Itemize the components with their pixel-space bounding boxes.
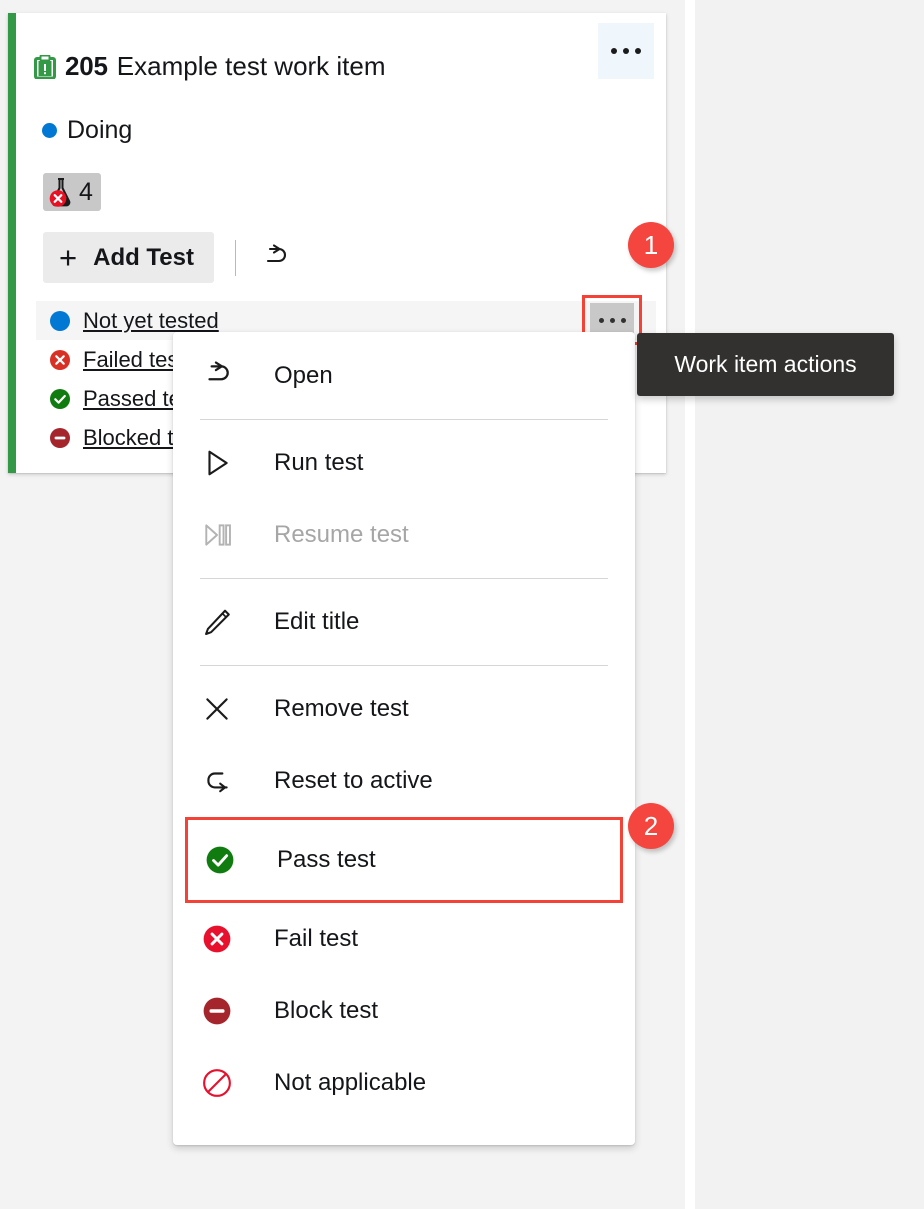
context-menu-item-resume-test: Resume test	[173, 499, 635, 571]
ellipsis-icon	[611, 48, 641, 54]
work-item-state-label: Doing	[67, 116, 133, 144]
context-menu-item-reset-to-active[interactable]: Reset to active	[173, 745, 635, 817]
open-test-plan-button[interactable]	[257, 240, 293, 276]
ellipsis-icon	[598, 318, 626, 323]
context-menu-item-open[interactable]: Open	[173, 340, 635, 412]
context-menu-label: Edit title	[274, 608, 360, 635]
plus-icon: +	[59, 240, 78, 275]
work-item-id: 205	[65, 51, 108, 81]
test-title[interactable]: Failed tes	[83, 347, 178, 373]
work-item-title: Example test work item	[116, 51, 386, 81]
context-menu-item-fail-test[interactable]: Fail test	[173, 903, 635, 975]
passed-check-circle-icon	[205, 845, 245, 875]
task-clipboard-icon	[34, 54, 56, 79]
close-x-icon	[202, 694, 242, 724]
context-menu-label: Block test	[274, 997, 379, 1024]
context-menu-label: Pass test	[277, 846, 376, 873]
test-count-chip[interactable]: 4	[43, 173, 101, 211]
context-menu-label: Fail test	[274, 925, 359, 952]
add-test-label: Add Test	[93, 243, 194, 271]
undo-arrow-icon	[202, 766, 242, 796]
resume-play-icon	[202, 520, 242, 550]
test-title[interactable]: Not yet tested	[83, 308, 219, 334]
board-column-divider	[685, 0, 695, 1209]
context-menu-item-not-applicable[interactable]: Not applicable	[173, 1047, 635, 1119]
context-menu-label: Reset to active	[274, 767, 433, 794]
screen-root: 205 Example test work item Doing 4 + Add…	[0, 0, 924, 1209]
test-title[interactable]: Passed te	[83, 386, 181, 412]
context-menu-label: Run test	[274, 449, 364, 476]
context-menu-label: Remove test	[274, 695, 409, 722]
context-menu-item-pass-test[interactable]: Pass test	[185, 817, 623, 903]
passed-check-circle-icon	[50, 388, 70, 409]
test-toolbar: + Add Test	[43, 232, 293, 283]
card-more-actions-button[interactable]	[598, 23, 654, 79]
annotation-badge-2: 2	[628, 803, 674, 849]
open-arrow-icon	[202, 361, 242, 391]
context-menu-item-edit-title[interactable]: Edit title	[173, 586, 635, 658]
context-menu-label: Resume test	[274, 521, 409, 548]
tooltip-text: Work item actions	[674, 351, 857, 377]
context-menu-separator	[200, 578, 608, 579]
context-menu-label: Not applicable	[274, 1069, 427, 1096]
context-menu-item-run-test[interactable]: Run test	[173, 427, 635, 499]
tooltip-work-item-actions: Work item actions	[637, 333, 894, 396]
work-item-title-row: 205 Example test work item	[34, 51, 386, 82]
toolbar-divider	[235, 239, 236, 276]
work-item-state-row: Doing	[42, 116, 132, 145]
state-dot-icon	[42, 123, 57, 138]
failed-beaker-icon	[49, 178, 71, 207]
blocked-minus-circle-icon	[202, 996, 242, 1026]
context-menu-item-remove-test[interactable]: Remove test	[173, 673, 635, 745]
play-triangle-icon	[202, 448, 242, 478]
context-menu-separator	[200, 419, 608, 420]
open-arrow-icon	[266, 243, 287, 262]
context-menu-separator	[200, 665, 608, 666]
context-menu-item-block-test[interactable]: Block test	[173, 975, 635, 1047]
pencil-icon	[202, 607, 242, 637]
not-applicable-icon	[202, 1068, 242, 1098]
context-menu-label: Open	[274, 362, 333, 389]
blocked-minus-circle-icon	[50, 427, 70, 448]
failed-x-circle-icon	[50, 349, 70, 370]
failed-x-circle-icon	[202, 924, 242, 954]
add-test-button[interactable]: + Add Test	[43, 232, 214, 283]
board-column-right	[695, 0, 924, 1209]
test-count-value: 4	[79, 177, 93, 206]
active-blue-circle-icon	[50, 310, 70, 331]
test-title[interactable]: Blocked t	[83, 425, 174, 451]
annotation-badge-1: 1	[628, 222, 674, 268]
test-item-context-menu[interactable]: Open Run test Resume test Edit title Rem…	[173, 332, 635, 1145]
